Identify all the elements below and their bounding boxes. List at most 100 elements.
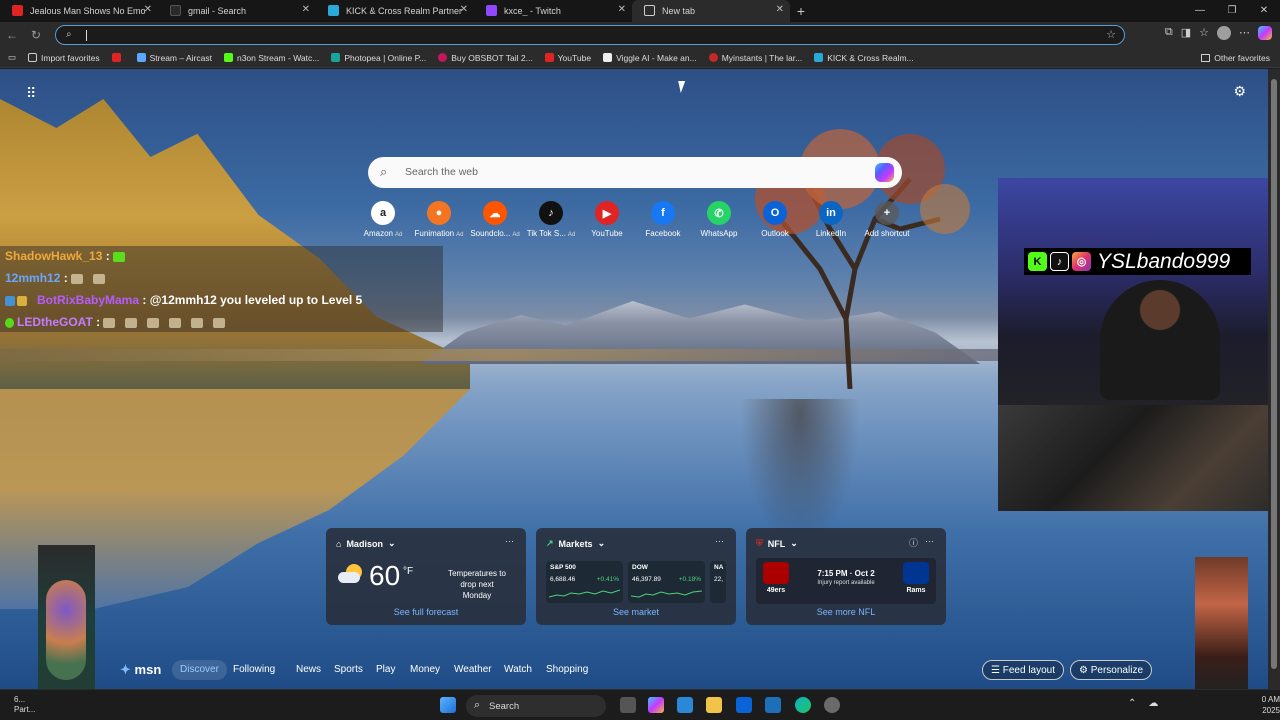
back-arrow-icon[interactable]: ← [0, 28, 24, 42]
copilot-icon[interactable] [648, 697, 664, 713]
tab-new-tab[interactable]: New tab ✕ [632, 0, 790, 22]
minimize-icon[interactable]: — [1184, 0, 1216, 22]
app-launcher-icon[interactable]: ⠿ [26, 85, 36, 102]
shortcut-facebook[interactable]: f Facebook [635, 201, 691, 245]
task-view-icon[interactable] [620, 697, 636, 713]
right-overlay-reaction [1195, 557, 1248, 690]
profile-avatar[interactable] [1217, 26, 1231, 40]
refresh-icon[interactable]: ↻ [24, 28, 48, 42]
shortcut-linkedin[interactable]: in LinkedIn [803, 201, 859, 245]
page-scrollbar[interactable] [1268, 69, 1280, 689]
shortcut-add[interactable]: + Add shortcut [859, 201, 915, 245]
msn-logo[interactable]: ✦ msn [120, 662, 161, 678]
nfl-header[interactable]: ⛨ NFL ⌄ [756, 538, 798, 549]
markets-card[interactable]: ↗ Markets ⌄ ⋯ S&P 500 6,688.46 +0.41% DOW 46,… [536, 528, 736, 625]
bookmark-youtube-icon-only[interactable] [111, 53, 125, 62]
split-screen-icon[interactable]: ◨ [1181, 26, 1191, 40]
photos-icon[interactable] [765, 697, 781, 713]
forecast-note[interactable]: Temperatures to drop next Monday [446, 568, 508, 601]
feed-tab-play[interactable]: Play [368, 660, 403, 680]
taskbar-weather[interactable]: 6... Part... [14, 695, 35, 715]
bookmark-viggle[interactable]: Viggle AI - Make an... [603, 53, 697, 63]
see-more-nfl-link[interactable]: See more NFL [746, 607, 946, 617]
copilot-icon[interactable] [1258, 26, 1272, 40]
close-tab-icon[interactable]: ✕ [618, 4, 626, 15]
tab-youtube-video[interactable]: Jealous Man Shows No Emo ✕ [0, 0, 158, 22]
shortcut-whatsapp[interactable]: ✆ WhatsApp [691, 201, 747, 245]
edge-icon[interactable] [795, 697, 811, 713]
copilot-icon[interactable] [875, 163, 894, 182]
more-options-icon[interactable]: ⋯ [925, 536, 934, 547]
shortcut-amazon[interactable]: a Amazon Ad [355, 201, 411, 245]
feed-tab-discover[interactable]: Discover [172, 660, 227, 680]
feed-tab-money[interactable]: Money [402, 660, 448, 680]
restore-icon[interactable]: ❐ [1216, 0, 1248, 22]
bookmark-aircast[interactable]: Stream – Aircast [136, 53, 212, 63]
tab-gmail-search[interactable]: gmail - Search ✕ [158, 0, 316, 22]
info-icon[interactable]: ⓘ [909, 536, 918, 549]
stock-tile[interactable]: DOW 46,397.89 +0.18% [628, 561, 705, 603]
chevron-up-icon[interactable]: ⌃ [1128, 698, 1136, 709]
bookmark-import-favorites[interactable]: Import favorites [28, 53, 100, 63]
app-icon[interactable] [824, 697, 840, 713]
windows-start-icon[interactable] [440, 697, 456, 713]
bookmark-youtube[interactable]: YouTube [544, 53, 591, 63]
weather-card[interactable]: ⌂ Madison ⌄ ⋯ 60 °F Temperatures to drop n… [326, 528, 526, 625]
shortcut-funimation[interactable]: ● Funimation Ad [411, 201, 467, 245]
feed-tab-watch[interactable]: Watch [496, 660, 540, 680]
tab-kick-cross-realm[interactable]: KICK & Cross Realm Partner Fast ✕ [316, 0, 474, 22]
favorites-icon[interactable]: ☆ [1199, 26, 1209, 40]
other-favorites[interactable]: Other favorites [1201, 53, 1270, 63]
tab-twitch[interactable]: kxce_ - Twitch ✕ [474, 0, 632, 22]
onedrive-icon[interactable]: ☁ [1148, 698, 1158, 709]
feed-tab-sports[interactable]: Sports [326, 660, 371, 680]
feed-tab-news[interactable]: News [288, 660, 329, 680]
taskbar-search[interactable]: ⌕ Search [466, 695, 606, 717]
outlook-icon[interactable] [736, 697, 752, 713]
gear-icon[interactable]: ⚙ [1233, 83, 1246, 100]
taskbar-clock[interactable]: 0 AM 2025 [1262, 694, 1280, 716]
favorite-star-icon[interactable]: ☆ [1106, 28, 1116, 41]
shortcut-soundcloud[interactable]: ☁ Soundclo... Ad [467, 201, 523, 245]
stock-tile[interactable]: S&P 500 6,688.46 +0.41% [546, 561, 623, 603]
address-bar[interactable]: ⌕ ☆ [55, 25, 1125, 45]
more-options-icon[interactable]: ⋯ [715, 536, 724, 547]
bookmark-n3on-stream[interactable]: n3on Stream - Watc... [223, 53, 319, 63]
feed-tab-weather[interactable]: Weather [446, 660, 500, 680]
feed-tab-shopping[interactable]: Shopping [538, 660, 596, 680]
reading-mode-icon[interactable]: ▭ [8, 52, 16, 63]
bookmark-obsbot[interactable]: Buy OBSBOT Tail 2... [438, 53, 533, 63]
see-market-link[interactable]: See market [536, 607, 736, 617]
window-controls: — ❐ ✕ [1184, 0, 1280, 22]
markets-header[interactable]: ↗ Markets ⌄ [546, 538, 605, 549]
shortcut-tiktok[interactable]: ♪ Tik Tok S... Ad [523, 201, 579, 245]
more-options-icon[interactable]: ⋯ [505, 536, 514, 547]
bookmark-myinstants[interactable]: Myinstants | The lar... [708, 53, 802, 63]
feed-tab-following[interactable]: Following [225, 660, 283, 680]
feed-layout-button[interactable]: ☰ Feed layout [982, 660, 1065, 680]
shortcut-tiles: a Amazon Ad ● Funimation Ad ☁ Soundclo... Ad ♪… [355, 201, 915, 245]
shortcut-outlook[interactable]: O Outlook [747, 201, 803, 245]
extensions-icon[interactable]: ⧉ [1165, 26, 1173, 40]
scrollbar-thumb[interactable] [1271, 79, 1277, 669]
nfl-card[interactable]: ⛨ NFL ⌄ ⓘ ⋯ 49ers 7:15 PM · Oct 2 Injury r… [746, 528, 946, 625]
close-window-icon[interactable]: ✕ [1248, 0, 1280, 22]
close-tab-icon[interactable]: ✕ [460, 4, 468, 15]
more-menu-icon[interactable]: ⋯ [1239, 26, 1250, 40]
store-icon[interactable] [677, 697, 693, 713]
close-tab-icon[interactable]: ✕ [144, 4, 152, 15]
personalize-button[interactable]: ⚙ Personalize [1070, 660, 1153, 680]
close-tab-icon[interactable]: ✕ [302, 4, 310, 15]
close-tab-icon[interactable]: ✕ [776, 4, 784, 15]
stock-tile[interactable]: NA 22, [710, 561, 726, 603]
bookmark-kick-cross-realm[interactable]: KICK & Cross Realm... [814, 53, 914, 63]
search-placeholder: Search the web [405, 166, 478, 178]
nfl-game[interactable]: 49ers 7:15 PM · Oct 2 Injury report avai… [756, 558, 936, 604]
bookmark-photopea[interactable]: Photopea | Online P... [331, 53, 426, 63]
see-full-forecast-link[interactable]: See full forecast [326, 607, 526, 617]
web-search-box[interactable]: ⌕ Search the web [368, 157, 902, 188]
shortcut-youtube[interactable]: ▶ YouTube [579, 201, 635, 245]
new-tab-plus-icon[interactable]: + [790, 3, 812, 19]
weather-header[interactable]: ⌂ Madison ⌄ [336, 538, 396, 549]
file-explorer-icon[interactable] [706, 697, 722, 713]
